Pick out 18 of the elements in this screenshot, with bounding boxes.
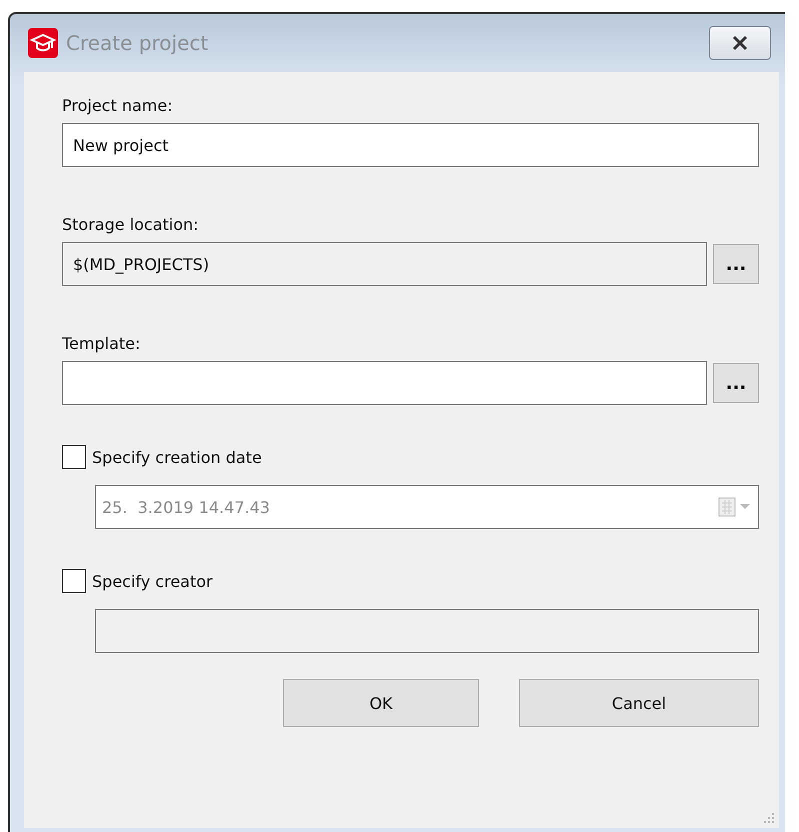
close-icon xyxy=(730,35,750,51)
resize-grip-icon[interactable] xyxy=(763,812,775,824)
browse-button[interactable]: ... xyxy=(713,244,759,284)
text-field[interactable]: New project xyxy=(62,123,759,167)
text-field[interactable] xyxy=(62,361,707,405)
browse-button[interactable]: ... xyxy=(713,363,759,403)
checkbox-label: Specify creator xyxy=(92,572,213,590)
date-value: 25. 3.2019 14.47.43 xyxy=(102,498,271,516)
graduation-cap-icon xyxy=(28,28,58,58)
dialog-button[interactable]: OK xyxy=(283,679,479,727)
close-button[interactable] xyxy=(709,26,771,60)
field-label: Template: xyxy=(62,334,142,353)
window-title: Create project xyxy=(66,31,210,55)
text-field[interactable]: $(MD_PROJECTS) xyxy=(62,242,707,286)
field-label: Project name: xyxy=(62,96,174,115)
dialog-button[interactable]: Cancel xyxy=(519,679,759,727)
field-label: Storage location: xyxy=(62,215,200,234)
checkbox-label: Specify creation date xyxy=(92,448,262,466)
